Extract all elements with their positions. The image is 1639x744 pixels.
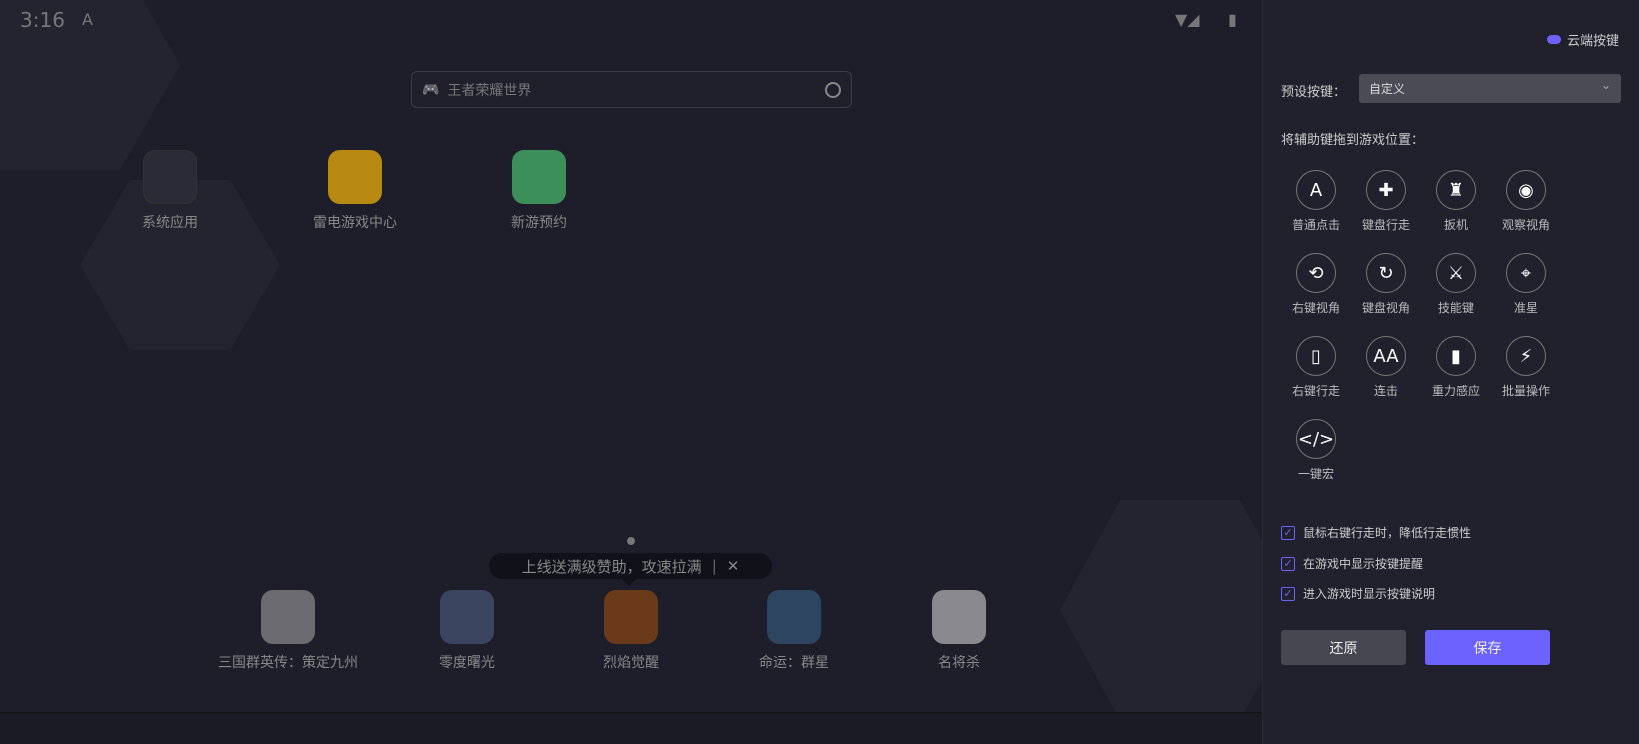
app-label: 新游预约 bbox=[511, 215, 567, 231]
key-tool-icon: ↻ bbox=[1366, 253, 1406, 293]
key-tool-icon: A bbox=[1296, 170, 1336, 210]
option-checkbox[interactable]: ✓ 进入游戏时显示按键说明 bbox=[1281, 585, 1435, 602]
search-bar[interactable]: 🎮 王者荣耀世界 bbox=[411, 71, 852, 108]
key-tool[interactable]: AA 连击 bbox=[1351, 336, 1421, 399]
checkbox-checked-icon[interactable]: ✓ bbox=[1281, 556, 1295, 571]
app-label: 烈焰觉醒 bbox=[603, 655, 659, 671]
game-icon bbox=[767, 590, 821, 644]
key-tool-label: 批量操作 bbox=[1501, 384, 1550, 398]
checkbox-checked-icon[interactable]: ✓ bbox=[1281, 525, 1295, 540]
notification-icon: A bbox=[82, 10, 93, 29]
app-label: 名将杀 bbox=[938, 655, 980, 671]
game-icon bbox=[604, 590, 658, 644]
preset-value: 自定义 bbox=[1369, 82, 1406, 96]
key-tool-label: 连击 bbox=[1373, 384, 1398, 398]
key-tool[interactable]: A 普通点击 bbox=[1281, 170, 1351, 233]
app-new-games[interactable]: 新游预约 bbox=[469, 150, 609, 232]
status-time: 3:16 bbox=[20, 8, 65, 32]
preset-label: 预设按键： bbox=[1281, 85, 1347, 100]
search-icon[interactable] bbox=[825, 81, 841, 98]
tooltip-text: 上线送满级赞助，攻速拉满 bbox=[521, 557, 702, 576]
cloud-icon bbox=[1546, 35, 1561, 44]
key-tool-label: 普通点击 bbox=[1291, 218, 1340, 232]
preset-select[interactable]: 自定义 ⌄ bbox=[1359, 74, 1621, 103]
key-tool[interactable]: ▮ 重力感应 bbox=[1421, 336, 1491, 399]
app-label: 雷电游戏中心 bbox=[313, 215, 397, 231]
android-screen: 3:16 A ▼◢ ▮ 🎮 王者荣耀世界 系统应用 雷电游戏中心 新游预约 上线… bbox=[0, 0, 1262, 712]
save-button[interactable]: 保存 bbox=[1425, 630, 1550, 665]
bottom-bar bbox=[0, 712, 1262, 744]
key-tool-label: 技能键 bbox=[1437, 301, 1474, 315]
wifi-icon: ▼◢ bbox=[1175, 10, 1200, 29]
dock-app[interactable]: 名将杀 bbox=[889, 590, 1029, 672]
app-label: 零度曙光 bbox=[439, 655, 495, 671]
dock-app[interactable]: 零度曙光 bbox=[397, 590, 537, 672]
bg-hex bbox=[1060, 500, 1262, 712]
key-tool-label: 键盘视角 bbox=[1361, 301, 1410, 315]
option-label: 在游戏中显示按键提醒 bbox=[1303, 557, 1424, 571]
key-tool-icon: ♜ bbox=[1436, 170, 1476, 210]
key-tool[interactable]: ⌖ 准星 bbox=[1491, 253, 1561, 316]
promo-tooltip: 上线送满级赞助，攻速拉满 | ✕ bbox=[489, 553, 772, 586]
key-tool-label: 扳机 bbox=[1443, 218, 1468, 232]
key-tool-label: 一键宏 bbox=[1297, 467, 1334, 481]
key-tool-label: 准星 bbox=[1513, 301, 1538, 315]
key-tool-label: 键盘行走 bbox=[1361, 218, 1410, 232]
key-tool[interactable]: ⚔ 技能键 bbox=[1421, 253, 1491, 316]
reset-button[interactable]: 还原 bbox=[1281, 630, 1406, 665]
app-label: 命运：群星 bbox=[759, 655, 829, 671]
checkbox-checked-icon[interactable]: ✓ bbox=[1281, 586, 1295, 601]
key-tool[interactable]: ▯ 右键行走 bbox=[1281, 336, 1351, 399]
keymap-panel: 云端按键 预设按键： 自定义 ⌄ 将辅助键拖到游戏位置： A 普通点击 ✚ 键盘行走 ♜ 扳… bbox=[1262, 0, 1639, 744]
option-checkbox[interactable]: ✓ 在游戏中显示按键提醒 bbox=[1281, 555, 1423, 572]
key-tool-icon: ⚡ bbox=[1506, 336, 1546, 376]
key-tool-icon: ⚔ bbox=[1436, 253, 1476, 293]
key-tool-icon: ⟲ bbox=[1296, 253, 1336, 293]
key-tool-label: 观察视角 bbox=[1501, 218, 1550, 232]
game-icon bbox=[261, 590, 315, 644]
key-grid: A 普通点击 ✚ 键盘行走 ♜ 扳机 ◉ 观察视角 ⟲ 右键视角 ↻ 键盘视角 ⚔ 技能键 ⌖ 准星 ▯ 右键行走… bbox=[1281, 170, 1561, 482]
key-tool[interactable]: </> 一键宏 bbox=[1281, 419, 1351, 482]
gamepad-app-icon bbox=[328, 150, 382, 204]
gamepad-icon: 🎮 bbox=[422, 81, 440, 98]
key-tool[interactable]: ♜ 扳机 bbox=[1421, 170, 1491, 233]
key-tool-icon: </> bbox=[1296, 419, 1336, 459]
key-tool-icon: ▮ bbox=[1436, 336, 1476, 376]
key-tool-label: 右键行走 bbox=[1291, 384, 1340, 398]
dock-app[interactable]: 烈焰觉醒 bbox=[561, 590, 701, 672]
dock-app[interactable]: 命运：群星 bbox=[724, 590, 864, 672]
game-icon bbox=[440, 590, 494, 644]
cloud-label: 云端按键 bbox=[1566, 34, 1619, 49]
chevron-down-icon: ⌄ bbox=[1600, 78, 1611, 92]
key-tool-label: 右键视角 bbox=[1291, 301, 1340, 315]
key-tool-icon: AA bbox=[1366, 336, 1406, 376]
app-label: 系统应用 bbox=[142, 215, 198, 231]
key-tool[interactable]: ⟲ 右键视角 bbox=[1281, 253, 1351, 316]
key-tool[interactable]: ✚ 键盘行走 bbox=[1351, 170, 1421, 233]
option-label: 鼠标右键行走时，降低行走惯性 bbox=[1303, 526, 1472, 540]
game-icon bbox=[932, 590, 986, 644]
search-input[interactable]: 王者荣耀世界 bbox=[447, 80, 531, 100]
app-label: 三国群英传：策定九州 bbox=[218, 655, 358, 671]
option-label: 进入游戏时显示按键说明 bbox=[1303, 587, 1436, 601]
dock-app[interactable]: 三国群英传：策定九州 bbox=[218, 590, 358, 672]
key-tool-icon: ▯ bbox=[1296, 336, 1336, 376]
drag-hint: 将辅助键拖到游戏位置： bbox=[1281, 133, 1425, 148]
key-tool-icon: ✚ bbox=[1366, 170, 1406, 210]
close-icon[interactable]: ✕ bbox=[727, 557, 740, 575]
cloud-keys-link[interactable]: 云端按键 bbox=[1546, 30, 1619, 49]
key-tool-icon: ◉ bbox=[1506, 170, 1546, 210]
folder-icon bbox=[143, 150, 197, 204]
option-checkbox[interactable]: ✓ 鼠标右键行走时，降低行走惯性 bbox=[1281, 524, 1471, 541]
key-tool-label: 重力感应 bbox=[1431, 384, 1480, 398]
key-tool[interactable]: ⚡ 批量操作 bbox=[1491, 336, 1561, 399]
new-app-icon bbox=[512, 150, 566, 204]
page-indicator bbox=[627, 537, 635, 545]
key-tool[interactable]: ◉ 观察视角 bbox=[1491, 170, 1561, 233]
key-tool-icon: ⌖ bbox=[1506, 253, 1546, 293]
app-system[interactable]: 系统应用 bbox=[100, 150, 240, 232]
key-tool[interactable]: ↻ 键盘视角 bbox=[1351, 253, 1421, 316]
app-game-center[interactable]: 雷电游戏中心 bbox=[285, 150, 425, 232]
battery-icon: ▮ bbox=[1228, 10, 1237, 29]
